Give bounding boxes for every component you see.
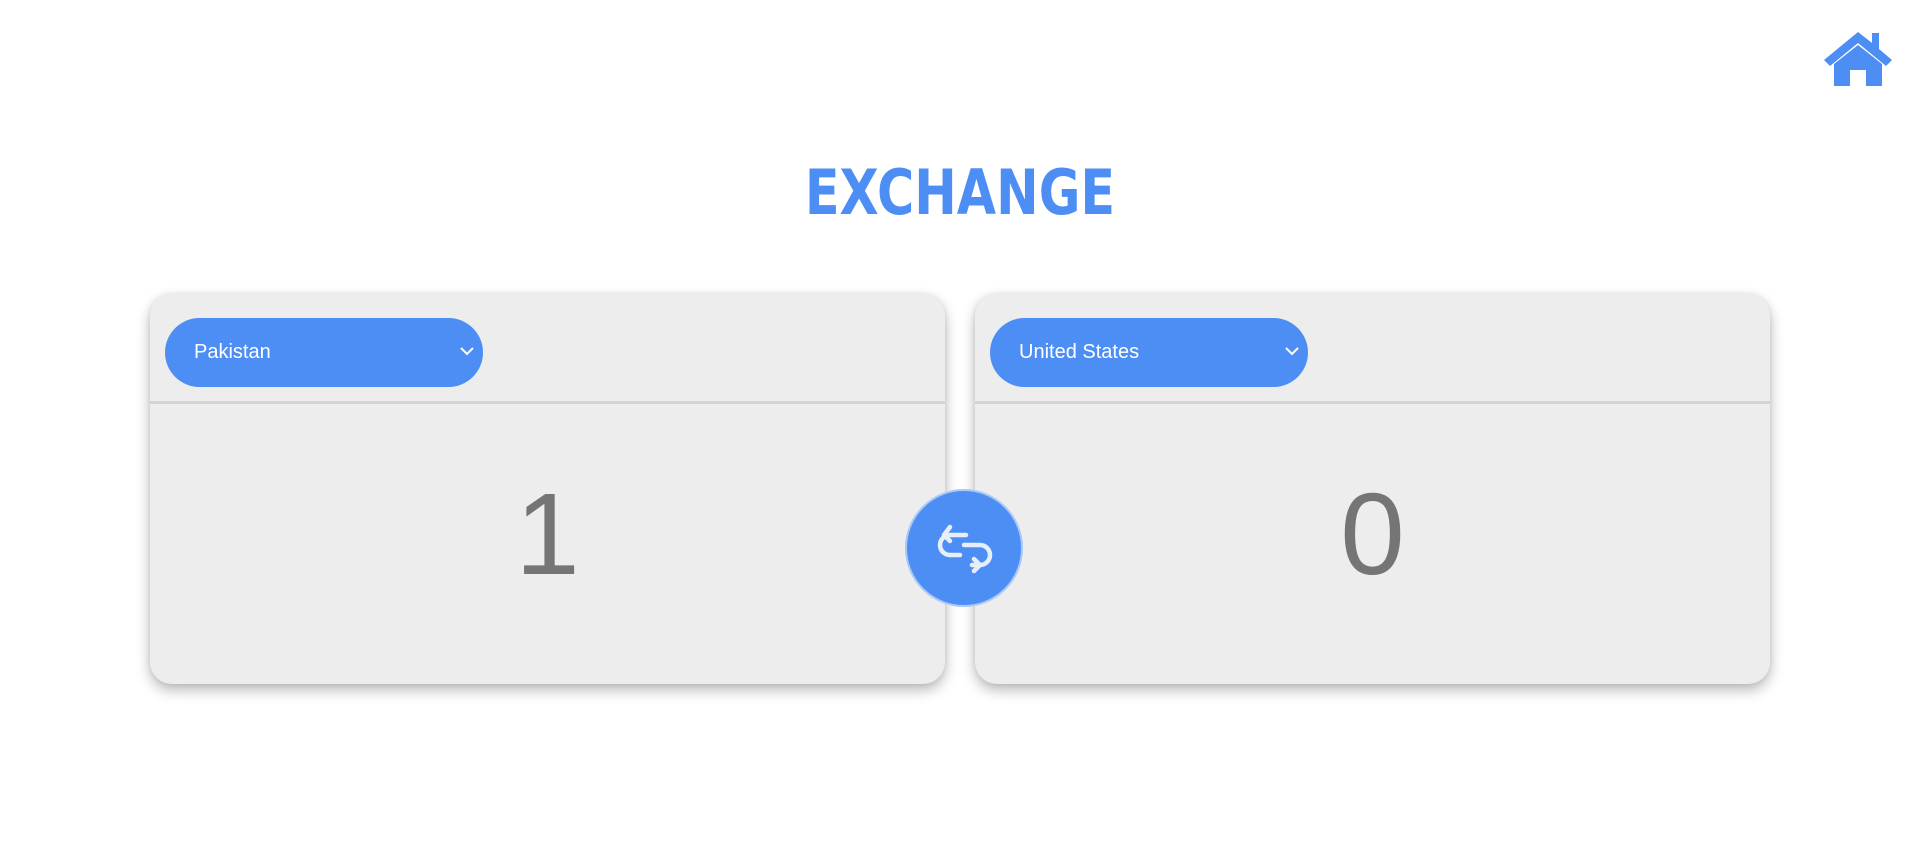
to-country-label: United States <box>1019 341 1140 363</box>
swap-button[interactable] <box>905 489 1023 607</box>
to-card-body: 0 <box>975 404 1770 684</box>
from-country-select[interactable]: Pakistan <box>165 318 483 387</box>
chevron-down-icon <box>1285 347 1299 356</box>
to-card-header: United States <box>975 294 1770 404</box>
from-amount-input[interactable]: 1 <box>150 464 945 604</box>
home-icon <box>1824 32 1892 86</box>
from-card-body: 1 <box>150 404 945 684</box>
from-country-label: Pakistan <box>194 341 271 363</box>
from-card-header: Pakistan <box>150 294 945 404</box>
from-currency-card: Pakistan 1 <box>150 294 945 684</box>
swap-icon <box>937 524 993 574</box>
to-currency-card: United States 0 <box>975 294 1770 684</box>
home-button[interactable] <box>1822 28 1894 88</box>
chevron-down-icon <box>460 347 474 356</box>
to-country-select[interactable]: United States <box>990 318 1308 387</box>
exchange-page: EXCHANGE Pakistan 1 United States 0 <box>0 0 1920 867</box>
to-amount-value: 0 <box>1340 469 1405 599</box>
page-title: EXCHANGE <box>804 156 1116 229</box>
